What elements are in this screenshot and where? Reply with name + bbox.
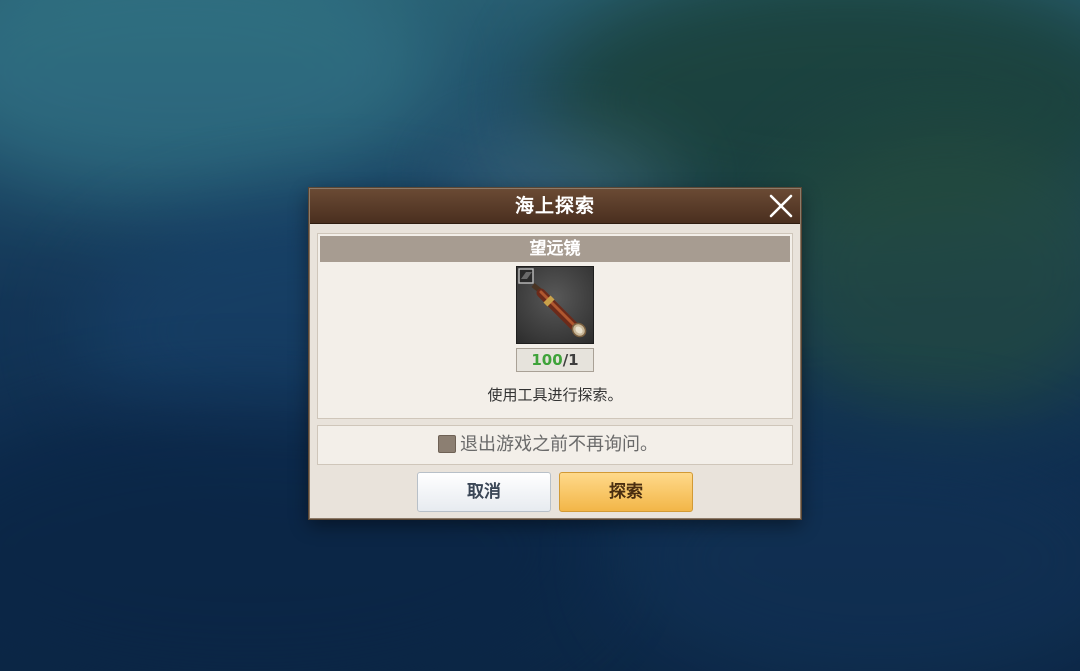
telescope-icon: [518, 268, 587, 338]
item-count: 100/1: [516, 348, 594, 372]
dont-ask-option: 退出游戏之前不再询问。: [317, 425, 793, 465]
item-panel: 望远镜 100/1 使用工具进行探索。: [317, 233, 793, 419]
sea-exploration-dialog: 海上探索 望远镜 100/1 使用工具进行探索。 退出游戏之前不再询问。 取消 …: [309, 188, 801, 519]
dialog-header: 海上探索: [310, 189, 800, 224]
close-x-icon: [769, 194, 793, 218]
dialog-title: 海上探索: [514, 195, 595, 217]
item-slot[interactable]: [516, 266, 594, 344]
item-name: 望远镜: [320, 236, 790, 262]
item-count-required: 1: [568, 351, 579, 369]
close-button[interactable]: [768, 193, 794, 219]
item-count-owned: 100: [531, 351, 563, 369]
explore-button[interactable]: 探索: [559, 472, 693, 512]
item-description: 使用工具进行探索。: [487, 386, 623, 404]
dont-ask-label[interactable]: 退出游戏之前不再询问。: [460, 433, 658, 457]
cancel-button[interactable]: 取消: [417, 472, 551, 512]
dont-ask-checkbox[interactable]: [438, 435, 456, 453]
